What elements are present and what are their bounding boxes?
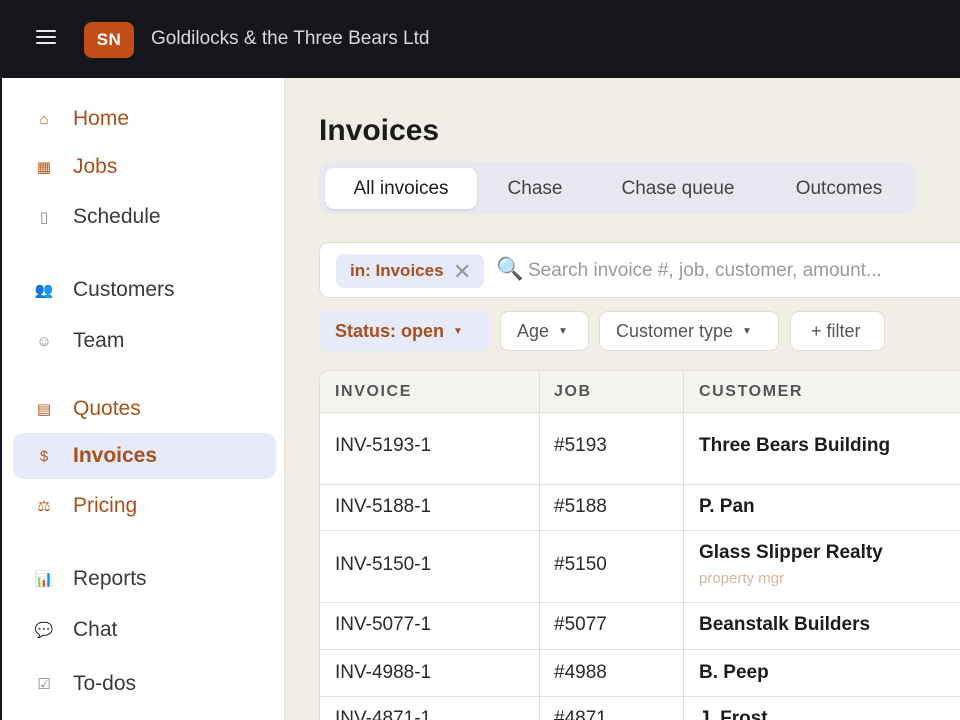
tab-chase-queue[interactable]: Chase queue [595,168,761,209]
customer-type-filter-label: Customer type [616,320,734,341]
search-icon: 🔍 [496,256,524,281]
dollar-icon: $ [39,447,49,465]
job-number: #5188 [554,496,607,517]
customer-name: Glass Slipper Realty [699,542,883,563]
chat-bubble-icon: 💬 [34,622,54,639]
customer-type-filter[interactable]: Customer type ▼ [599,311,779,351]
table-row[interactable]: INV-5077-1 #5077 Beanstalk Builders [320,603,960,650]
close-icon[interactable]: ✕ [453,259,471,285]
add-filter-button[interactable]: + filter [790,311,885,351]
top-bar: SN Goldilocks & the Three Bears Ltd [0,0,960,78]
status-filter[interactable]: Status: open ▼ [319,311,489,351]
invoice-number: INV-5188-1 [335,496,432,517]
tab-chase[interactable]: Chase [481,168,589,209]
invoice-number: INV-5077-1 [335,614,432,635]
company-logo[interactable]: SN [84,22,134,58]
job-number: #5193 [554,435,607,456]
sidebar-item-reports[interactable]: 📊 Reports [13,556,276,602]
invoice-number: INV-5150-1 [335,554,432,575]
column-divider [683,371,684,720]
column-header-job[interactable]: JOB [554,371,592,413]
sidebar-item-jobs[interactable]: ▦ Jobs [13,144,276,190]
age-filter[interactable]: Age ▼ [500,311,589,351]
company-name: Goldilocks & the Three Bears Ltd [151,28,430,49]
sidebar-item-chat[interactable]: 💬 Chat [13,607,276,653]
job-number: #4988 [554,662,607,683]
sidebar-item-label: Chat [73,618,118,641]
sidebar-item-label: To-dos [73,672,137,695]
sidebar-item-customers[interactable]: 👥 Customers [13,267,276,313]
sidebar-item-label: Pricing [73,494,138,517]
sidebar-item-invoices[interactable]: $ Invoices [13,433,276,479]
customer-subtitle: property mgr [699,570,785,587]
scales-icon: ⚖ [37,498,51,515]
table-row[interactable]: INV-5193-1 #5193 Three Bears Building [320,413,960,485]
sidebar-item-label: Invoices [73,444,158,467]
table-row[interactable]: INV-4871-1 #4871 J. Frost [320,697,960,720]
grid-icon: ▦ [36,159,52,176]
sidebar-item-label: Quotes [73,397,141,420]
invoices-table: INVOICE JOB CUSTOMER INV-5193-1 #5193 Th… [319,370,960,720]
invoice-number: INV-4871-1 [335,708,432,720]
table-header: INVOICE JOB CUSTOMER [320,371,960,413]
tab-outcomes[interactable]: Outcomes [767,168,911,209]
customer-name: B. Peep [699,662,769,683]
menu-icon[interactable] [34,27,58,51]
column-header-invoice[interactable]: INVOICE [335,371,412,413]
sidebar-item-schedule[interactable]: ▯ Schedule [13,194,276,240]
search-input[interactable] [528,255,960,287]
add-filter-label: + filter [811,320,861,341]
customer-name: Beanstalk Builders [699,614,871,635]
team-icon: ☺ [36,332,52,350]
document-icon: ▤ [36,401,52,418]
sidebar-item-home[interactable]: ⌂ Home [13,96,276,142]
customer-name: P. Pan [699,496,755,517]
sidebar-item-label: Team [73,329,125,352]
scope-chip[interactable]: in: Invoices ✕ [336,254,484,288]
status-filter-label: Status: open [335,320,445,341]
home-icon: ⌂ [39,110,49,128]
table-row[interactable]: INV-5188-1 #5188 P. Pan [320,485,960,531]
job-number: #5077 [554,614,607,635]
main-content: Invoices All invoices Chase Chase queue … [285,78,960,720]
invoice-number: INV-5193-1 [335,435,432,456]
bar-chart-icon: 📊 [34,571,54,588]
sidebar-item-pricing[interactable]: ⚖ Pricing [13,483,276,529]
table-row[interactable]: INV-4988-1 #4988 B. Peep [320,650,960,697]
customers-icon: 👥 [34,282,54,299]
age-filter-label: Age [517,320,550,341]
checkbox-icon: ☑ [37,676,51,693]
sidebar-item-label: Schedule [73,205,161,228]
sidebar-item-label: Customers [73,278,175,301]
search-box: in: Invoices ✕ 🔍 [319,242,960,298]
sidebar-item-quotes[interactable]: ▤ Quotes [13,386,276,432]
caret-down-icon: ▼ [742,325,752,337]
sidebar-item-label: Reports [73,567,147,590]
sidebar: ⌂ Home ▦ Jobs ▯ Schedule 👥 Customers ☺ T… [0,78,285,720]
page-title: Invoices [319,114,440,147]
sidebar-item-todos[interactable]: ☑ To-dos [13,661,276,707]
sidebar-item-label: Home [73,107,130,130]
tab-all-invoices[interactable]: All invoices [325,168,477,209]
table-row[interactable]: INV-5150-1 #5150 Glass Slipper Realty pr… [320,531,960,603]
scope-chip-label: in: Invoices [350,261,444,280]
sidebar-item-team[interactable]: ☺ Team [13,318,276,364]
customer-name: J. Frost [699,708,768,720]
caret-down-icon: ▼ [558,325,568,337]
job-number: #5150 [554,554,607,575]
tab-bar: All invoices Chase Chase queue Outcomes [319,162,916,214]
customer-name: Three Bears Building [699,435,891,456]
column-header-customer[interactable]: CUSTOMER [699,371,803,413]
calendar-icon: ▯ [39,209,49,226]
sidebar-item-label: Jobs [73,155,118,178]
column-divider [539,371,540,720]
job-number: #4871 [554,708,607,720]
invoice-number: INV-4988-1 [335,662,432,683]
caret-down-icon: ▼ [453,325,463,337]
